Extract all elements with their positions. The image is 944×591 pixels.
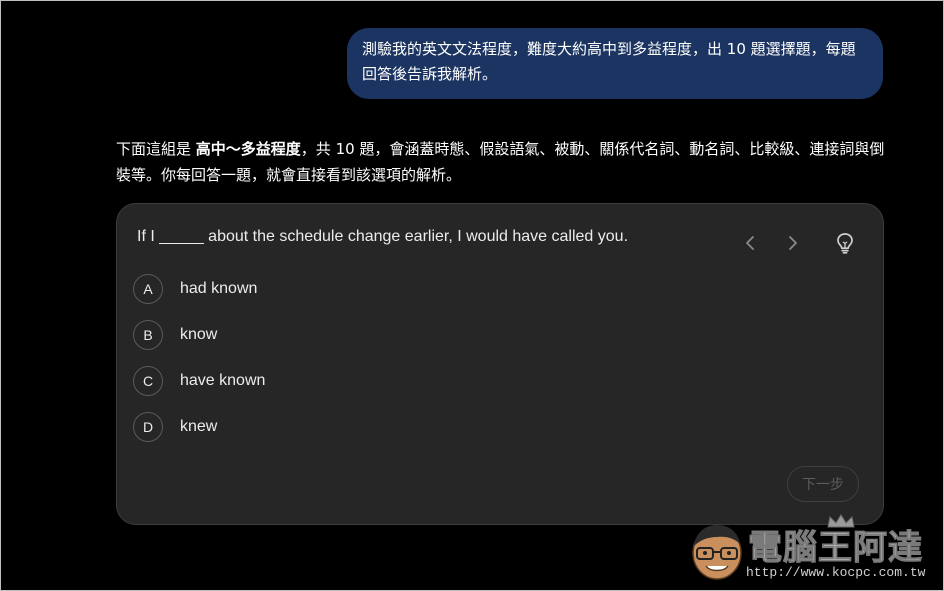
chevron-left-icon	[746, 236, 754, 250]
watermark-url: http://www.kocpc.com.tw	[746, 565, 926, 580]
option-text: have known	[180, 372, 266, 389]
intro-text-start: 下面這組是	[116, 140, 196, 158]
option-letter: D	[133, 412, 163, 442]
hint-button[interactable]	[834, 232, 856, 254]
lightbulb-icon	[837, 233, 853, 254]
quiz-card: If I _____ about the schedule change ear…	[116, 203, 884, 525]
option-c[interactable]: C have known	[133, 364, 533, 398]
user-message-text: 測驗我的英文文法程度，難度大約高中到多益程度，出 10 題選擇題，每題回答後告訴…	[362, 40, 856, 83]
user-message-bubble: 測驗我的英文文法程度，難度大約高中到多益程度，出 10 題選擇題，每題回答後告訴…	[347, 28, 883, 99]
assistant-response-text: 下面這組是 高中～多益程度，共 10 題，會涵蓋時態、假設語氣、被動、關係代名詞…	[116, 136, 886, 188]
option-text: had known	[180, 280, 258, 297]
option-d[interactable]: D knew	[133, 410, 533, 444]
option-letter: C	[133, 366, 163, 396]
watermark-title: 電腦王阿達	[748, 528, 923, 569]
site-watermark: 電腦王阿達 http://www.kocpc.com.tw	[686, 514, 938, 586]
chevron-right-icon	[789, 236, 797, 250]
option-b[interactable]: B know	[133, 318, 533, 352]
option-text: knew	[180, 418, 218, 435]
quiz-question: If I _____ about the schedule change ear…	[137, 228, 629, 245]
option-letter: B	[133, 320, 163, 350]
option-text: know	[180, 326, 218, 343]
mascot-face-icon	[692, 525, 742, 580]
option-a[interactable]: A had known	[133, 272, 533, 306]
next-step-button[interactable]: 下一步	[787, 466, 859, 502]
next-question-arrow-button[interactable]	[781, 232, 803, 254]
intro-text-bold: 高中～多益程度	[195, 140, 301, 158]
option-letter: A	[133, 274, 163, 304]
previous-question-button[interactable]	[740, 232, 762, 254]
